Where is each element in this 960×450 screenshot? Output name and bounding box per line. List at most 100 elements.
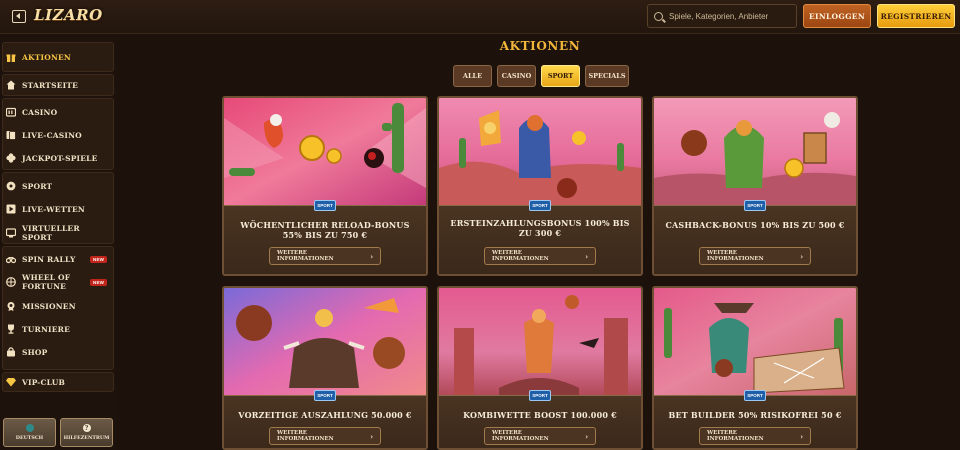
- sidebar-item-label: AKTIONEN: [22, 52, 71, 62]
- wheel-icon: [6, 277, 16, 287]
- chevron-right-icon: ›: [370, 251, 373, 261]
- rally-icon: [6, 254, 16, 264]
- login-button[interactable]: EINLOGGEN: [803, 4, 871, 28]
- virtual-icon: [6, 228, 16, 238]
- chevron-right-icon: ›: [585, 251, 588, 261]
- promo-title: WÖCHENTLICHER RELOAD-BONUS 55% BIS ZU 75…: [240, 220, 410, 240]
- sidebar-item-wheel-of-fortune[interactable]: WHEEL OF FORTUNE NEW: [6, 270, 114, 294]
- new-badge: NEW: [90, 278, 108, 286]
- sidebar-item-home[interactable]: STARTSEITE: [6, 75, 78, 95]
- sidebar-item-sport[interactable]: SPORT: [6, 176, 52, 196]
- help-icon: ?: [82, 424, 91, 432]
- more-info-label: WEITERE INFORMATIONEN: [277, 430, 334, 442]
- sidebar-item-label: MISSIONEN: [22, 301, 76, 311]
- promo-image: [224, 98, 426, 205]
- sidebar-item-label: WHEEL OF FORTUNE: [22, 273, 71, 291]
- more-info-label: WEITERE INFORMATIONEN: [492, 430, 549, 442]
- more-info-button[interactable]: WEITERE INFORMATIONEN ›: [699, 247, 811, 265]
- filter-specials[interactable]: SPECIALS: [585, 65, 629, 87]
- promo-card[interactable]: SPORT BET BUILDER 50% RISIKOFREI 50 € WE…: [652, 286, 858, 450]
- sidebar-item-label: CASINO: [22, 107, 58, 117]
- filter-casino[interactable]: CASINO: [497, 65, 536, 87]
- promo-card[interactable]: SPORT VORZEITIGE AUSZAHLUNG 50.000 € WEI…: [222, 286, 428, 450]
- sidebar-item-label: TURNIERE: [22, 324, 70, 334]
- promo-image: [654, 288, 856, 395]
- more-info-button[interactable]: WEITERE INFORMATIONEN ›: [269, 427, 381, 445]
- cards-icon: [6, 130, 16, 140]
- sidebar-item-label: SPIN RALLY: [22, 254, 76, 264]
- sidebar-item-spin-rally[interactable]: SPIN RALLY NEW: [6, 249, 114, 269]
- top-header: LIZARO EINLOGGEN REGISTRIEREN: [0, 0, 960, 34]
- sidebar: AKTIONEN STARTSEITE CASINO LIVE-CASINO J…: [0, 36, 116, 450]
- sidebar-item-label: JACKPOT-SPIELE: [22, 153, 98, 163]
- gift-icon: [6, 52, 16, 62]
- more-info-button[interactable]: WEITERE INFORMATIONEN ›: [699, 427, 811, 445]
- help-center-button[interactable]: ? HILFEZENTRUM: [60, 418, 113, 447]
- sidebar-item-missions[interactable]: MISSIONEN: [6, 296, 76, 316]
- promo-image: [439, 288, 641, 395]
- promo-card[interactable]: SPORT CASHBACK-BONUS 10% BIS ZU 500 € WE…: [652, 96, 858, 276]
- promo-image: [439, 98, 641, 205]
- clover-icon: [6, 153, 16, 163]
- promo-title: BET BUILDER 50% RISIKOFREI 50 €: [668, 410, 842, 420]
- promo-image: [654, 98, 856, 205]
- promo-title: KOMBIWETTE BOOST 100.000 €: [463, 410, 617, 420]
- sidebar-item-jackpot[interactable]: JACKPOT-SPIELE: [6, 148, 98, 168]
- new-badge: NEW: [90, 255, 108, 263]
- more-info-label: WEITERE INFORMATIONEN: [707, 430, 764, 442]
- more-info-button[interactable]: WEITERE INFORMATIONEN ›: [269, 247, 381, 265]
- sport-tag: SPORT: [744, 390, 766, 401]
- sport-tag: SPORT: [529, 390, 551, 401]
- sidebar-item-label: LIVE-WETTEN: [22, 204, 85, 214]
- help-label: HILFEZENTRUM: [63, 435, 110, 441]
- language-button[interactable]: DEUTSCH: [3, 418, 56, 447]
- page-title: AKTIONEN: [499, 39, 581, 53]
- sidebar-item-promotions[interactable]: AKTIONEN: [6, 47, 71, 67]
- sport-tag: SPORT: [314, 200, 336, 211]
- promo-card[interactable]: SPORT ERSTEINZAHLUNGSBONUS 100% BIS ZU 3…: [437, 96, 643, 276]
- promo-title: ERSTEINZAHLUNGSBONUS 100% BIS ZU 300 €: [450, 218, 630, 238]
- more-info-button[interactable]: WEITERE INFORMATIONEN ›: [484, 247, 596, 265]
- register-button[interactable]: REGISTRIEREN: [877, 4, 955, 28]
- promo-card[interactable]: SPORT WÖCHENTLICHER RELOAD-BONUS 55% BIS…: [222, 96, 428, 276]
- sidebar-item-label: LIVE-CASINO: [22, 130, 82, 140]
- filter-sport[interactable]: SPORT: [541, 65, 580, 87]
- promo-card-body: KOMBIWETTE BOOST 100.000 € WEITERE INFOR…: [439, 395, 641, 448]
- sidebar-item-tournaments[interactable]: TURNIERE: [6, 319, 70, 339]
- sidebar-item-vip-club[interactable]: VIP-CLUB: [6, 372, 65, 392]
- sidebar-item-label: STARTSEITE: [22, 80, 79, 90]
- sidebar-item-live-betting[interactable]: LIVE-WETTEN: [6, 199, 85, 219]
- home-icon: [6, 80, 16, 90]
- logo[interactable]: LIZARO: [34, 6, 103, 28]
- search-icon: [654, 11, 663, 21]
- play-icon: [6, 204, 16, 214]
- bag-icon: [6, 347, 16, 357]
- sidebar-item-live-casino[interactable]: LIVE-CASINO: [6, 125, 82, 145]
- more-info-label: WEITERE INFORMATIONEN: [492, 250, 549, 262]
- chevron-right-icon: ›: [800, 251, 803, 261]
- search-box[interactable]: [647, 4, 797, 28]
- more-info-label: WEITERE INFORMATIONEN: [707, 250, 764, 262]
- sidebar-item-virtual-sport[interactable]: VIRTUELLER SPORT: [6, 222, 106, 244]
- promo-card[interactable]: SPORT KOMBIWETTE BOOST 100.000 € WEITERE…: [437, 286, 643, 450]
- medal-icon: [6, 301, 16, 311]
- promo-card-body: BET BUILDER 50% RISIKOFREI 50 € WEITERE …: [654, 395, 856, 448]
- filter-all[interactable]: ALLE: [453, 65, 492, 87]
- chevron-right-icon: ›: [800, 431, 803, 441]
- more-info-button[interactable]: WEITERE INFORMATIONEN ›: [484, 427, 596, 445]
- promo-image: [224, 288, 426, 395]
- diamond-icon: [6, 377, 16, 387]
- promo-card-body: VORZEITIGE AUSZAHLUNG 50.000 € WEITERE I…: [224, 395, 426, 448]
- chevron-right-icon: ›: [585, 431, 588, 441]
- sidebar-item-label: VIRTUELLER SPORT: [22, 224, 80, 242]
- language-label: DEUTSCH: [15, 435, 44, 441]
- sidebar-item-casino[interactable]: CASINO: [6, 102, 57, 122]
- search-input[interactable]: [669, 11, 795, 21]
- sidebar-item-shop[interactable]: SHOP: [6, 342, 47, 362]
- promo-title: VORZEITIGE AUSZAHLUNG 50.000 €: [238, 410, 412, 420]
- slot-icon: [6, 107, 16, 117]
- sidebar-item-label: SHOP: [22, 347, 48, 357]
- promo-card-body: ERSTEINZAHLUNGSBONUS 100% BIS ZU 300 € W…: [439, 205, 641, 274]
- more-info-label: WEITERE INFORMATIONEN: [277, 250, 334, 262]
- sidebar-toggle-icon[interactable]: [12, 10, 26, 23]
